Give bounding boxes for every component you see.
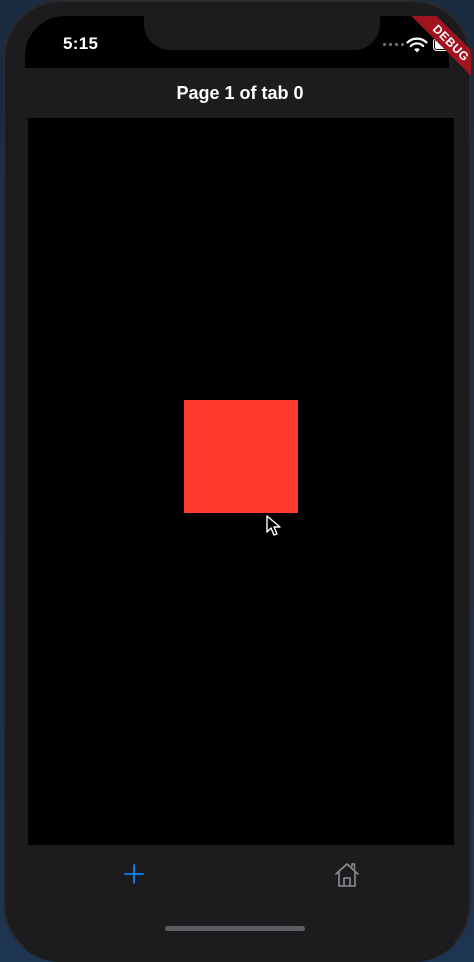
navigation-bar: Page 1 of tab 0	[25, 68, 455, 119]
tab-add-button[interactable]	[104, 859, 164, 895]
status-time: 5:15	[63, 34, 99, 53]
tab-home-button[interactable]	[317, 859, 377, 895]
home-icon	[335, 863, 359, 887]
page-content	[28, 118, 454, 845]
notch	[144, 16, 380, 50]
mouse-cursor-icon	[266, 515, 281, 536]
home-indicator[interactable]	[165, 926, 305, 931]
status-bar: 5:15	[25, 16, 459, 68]
plus-icon	[124, 864, 144, 884]
page-title: Page 1 of tab 0	[176, 83, 304, 103]
phone-simulator: 5:15 DEBUG Page 1 of tab 0	[3, 0, 471, 962]
tab-bar	[25, 845, 455, 962]
red-square-box[interactable]	[184, 400, 298, 513]
